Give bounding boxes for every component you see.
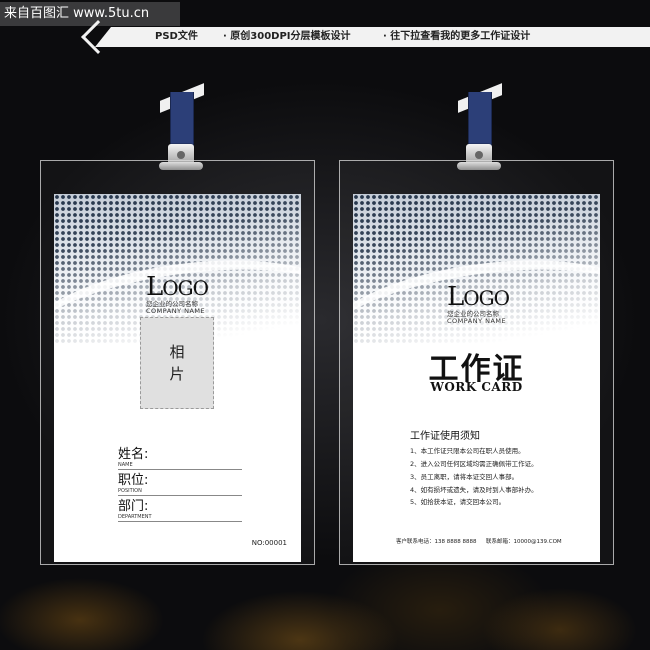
contact-email: 联系邮箱：10000@139.COM [486,539,562,545]
company-name-en: COMPANY NAME [146,307,206,315]
field-position: 职位: POSITION [118,474,242,496]
rule-item: 4、如有损坏或遗失，请及时到人事部补办。 [410,486,538,494]
banner-item-dpi: · 原创300DPI分层模板设计 [223,31,351,42]
field-department: 部门: DEPARTMENT [118,500,242,522]
site-watermark: 来自百图汇 www.5tu.cn [0,2,180,26]
card-title-en: WORK CARD [430,380,523,394]
rule-item: 5、如拾获本证，请交回本公司。 [410,498,506,506]
field-name-label: 姓名: [118,447,149,462]
field-name: 姓名: NAME [118,448,242,470]
top-banner: 来自百图汇 www.5tu.cn PSD文件 · 原创300DPI分层模板设计 … [0,0,650,54]
field-position-en: POSITION [118,488,142,494]
banner-item-more: · 往下拉查看我的更多工作证设计 [383,31,531,42]
photo-label-1: 相 [169,343,185,361]
rules-heading: 工作证使用须知 [410,431,480,442]
front-card: LOGO 您企业的公司名称 COMPANY NAME 相 片 姓名: NAME … [54,194,301,562]
field-position-label: 职位: [118,473,149,488]
front-badge-holder: LOGO 您企业的公司名称 COMPANY NAME 相 片 姓名: NAME … [40,160,315,565]
field-name-en: NAME [118,462,133,468]
rule-item: 2、进入公司任何区域均需正确佩带工作证。 [410,460,538,468]
rule-item: 3、员工离职，请将本证交回人事部。 [410,473,519,481]
back-card: LOGO 您企业的公司名称 COMPANY NAME 工作证 WORK CARD… [353,194,600,562]
lanyard-strap [468,92,492,148]
info-banner: PSD文件 · 原创300DPI分层模板设计 · 往下拉查看我的更多工作证设计 [95,27,650,47]
company-name-en: COMPANY NAME [447,317,507,325]
photo-label-2: 片 [169,365,185,383]
banner-item-psd: PSD文件 [155,31,198,42]
back-badge-holder: LOGO 您企业的公司名称 COMPANY NAME 工作证 WORK CARD… [339,160,614,565]
field-department-label: 部门: [118,499,149,514]
card-number: NO:00001 [251,539,287,547]
rule-item: 1、本工作证只限本公司在职人员使用。 [410,447,525,455]
photo-placeholder: 相 片 [140,317,214,409]
contact-phone: 客户联系电话：138 8888 8888 [396,539,477,545]
lanyard-strap [170,92,194,148]
field-department-en: DEPARTMENT [118,514,152,520]
